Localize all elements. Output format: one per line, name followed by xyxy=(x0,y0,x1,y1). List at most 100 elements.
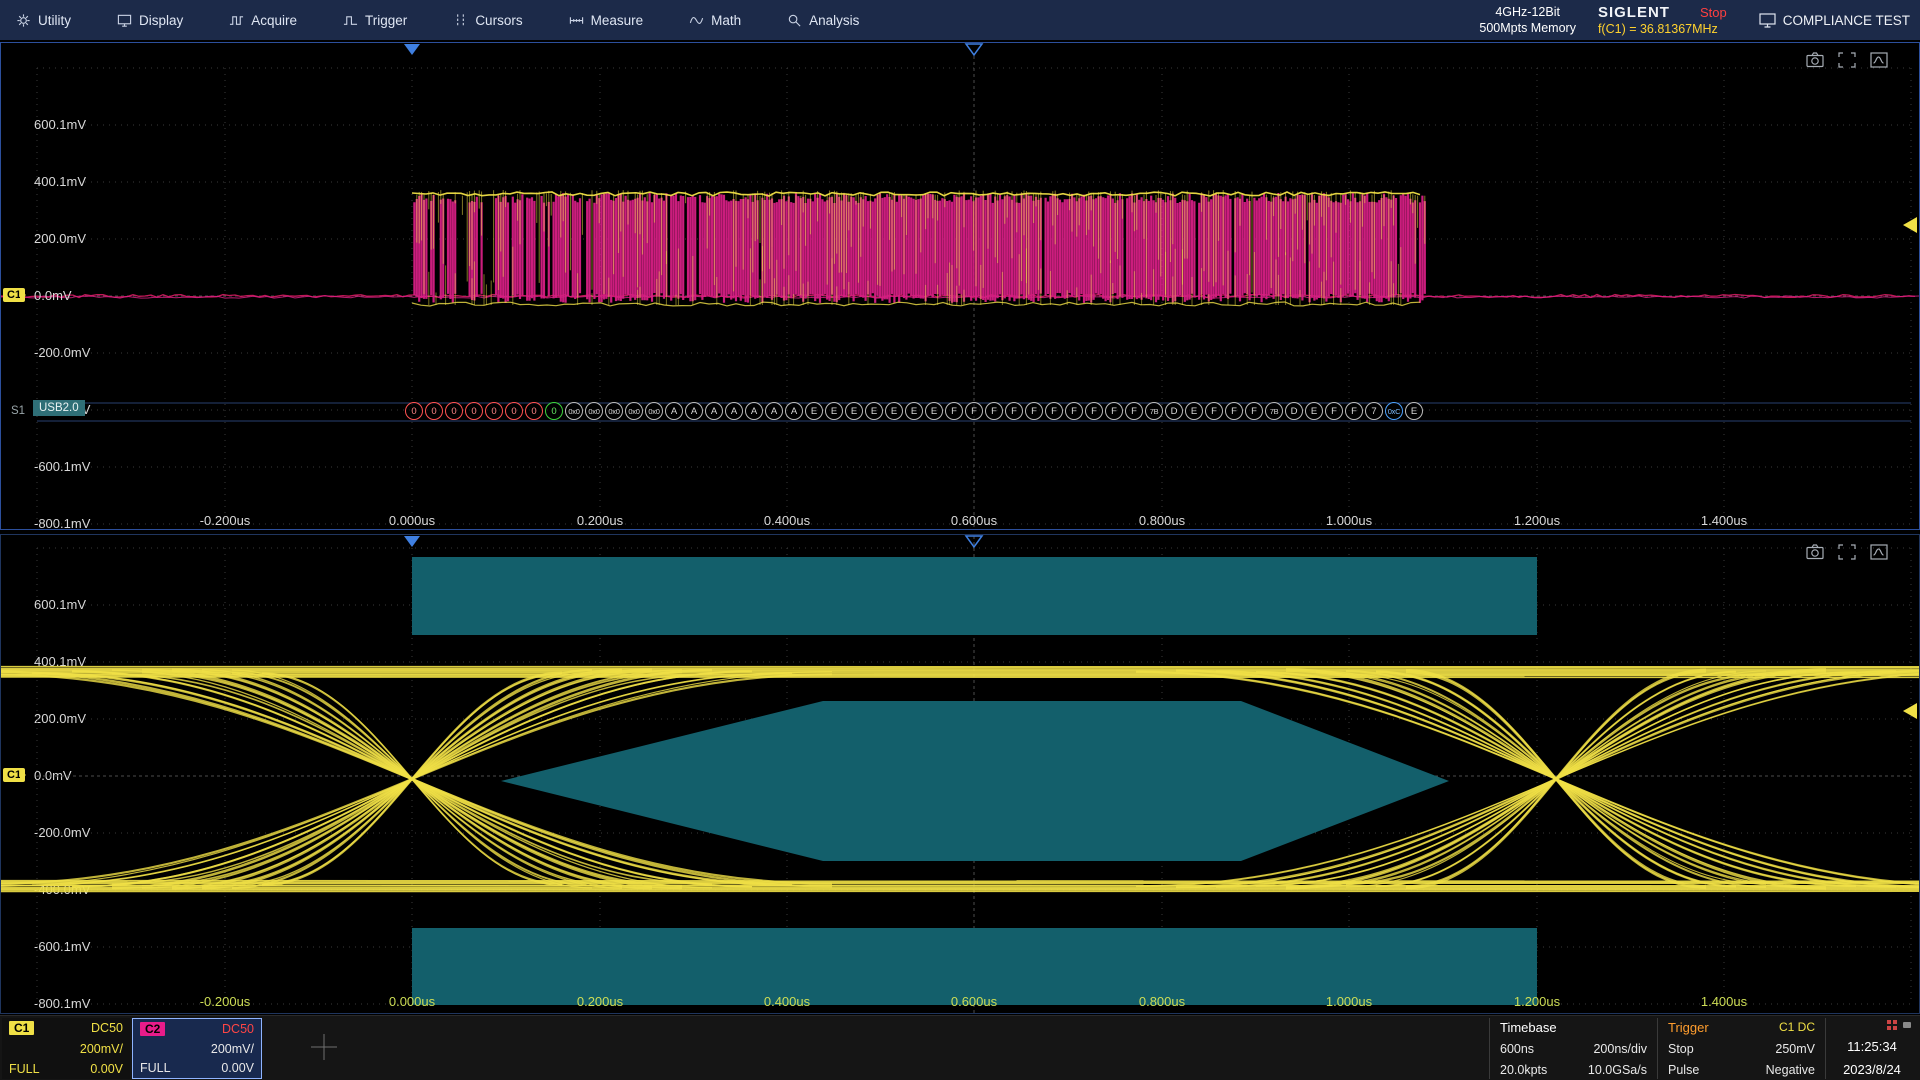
decode-token: 7 xyxy=(1365,402,1383,420)
y-axis-label: -600.1mV xyxy=(34,459,90,474)
grid2-toolbar xyxy=(1805,544,1889,560)
menu-acquire[interactable]: Acquire xyxy=(229,13,297,28)
eye-diagram-grid[interactable]: 600.1mV400.1mV200.0mV0.0mV-200.0mV-400.0… xyxy=(0,534,1920,1014)
menu-math[interactable]: Math xyxy=(689,13,741,28)
oscilloscope-screen: Utility Display Acquire Trigger Cursors … xyxy=(0,0,1920,1080)
run-state-indicator[interactable]: Stop xyxy=(1700,5,1727,20)
status-bar: C1 DC50 200mV/ FULL 0.00V C2 DC50 200mV/… xyxy=(0,1015,1920,1080)
decode-token: E xyxy=(885,402,903,420)
channel1-position-tag-eye[interactable]: C1 xyxy=(3,768,25,782)
decode-token: E xyxy=(1305,402,1323,420)
brand-block: SIGLENT Stop f(C1) = 36.81367MHz xyxy=(1598,4,1727,36)
eye-diagram-plot xyxy=(1,535,1919,1013)
clock-panel[interactable]: 11:25:34 2023/8/24 xyxy=(1825,1018,1918,1079)
decode-token: F xyxy=(1025,402,1043,420)
compliance-test-button[interactable]: COMPLIANCE TEST xyxy=(1749,13,1910,28)
x-axis-label: 1.400us xyxy=(1682,513,1766,528)
waveform-grid[interactable]: 600.1mV400.1mV200.0mV0.0mV-200.0mV-400.0… xyxy=(0,42,1920,530)
decode-token: 0x0 xyxy=(645,402,663,420)
add-channel-button[interactable] xyxy=(300,1026,348,1071)
math-icon xyxy=(689,13,704,28)
channel1-box[interactable]: C1 DC50 200mV/ FULL 0.00V xyxy=(2,1018,130,1079)
menu-utility[interactable]: Utility xyxy=(16,13,71,28)
menu-trigger-label: Trigger xyxy=(365,13,407,28)
lan-icon xyxy=(1887,1020,1897,1030)
gear-icon xyxy=(16,13,31,28)
x-axis-label: 0.000us xyxy=(370,513,454,528)
trigger-state: Stop xyxy=(1668,1042,1694,1056)
decode-token: 0 xyxy=(465,402,483,420)
expand-icon[interactable] xyxy=(1837,544,1857,560)
waveform-zoom-icon[interactable] xyxy=(1869,544,1889,560)
menu-cursors-label: Cursors xyxy=(475,13,522,28)
decode-token: 0 xyxy=(545,402,563,420)
decode-token: A xyxy=(665,402,683,420)
decode-token: F xyxy=(1225,402,1243,420)
channel2-offset: 0.00V xyxy=(221,1061,254,1075)
decode-token: A xyxy=(685,402,703,420)
decode-token: 0x0 xyxy=(585,402,603,420)
trigger-panel[interactable]: Trigger C1 DC Stop 250mV Pulse Negative xyxy=(1657,1018,1825,1079)
decode-token: 0 xyxy=(505,402,523,420)
menu-cursors[interactable]: Cursors xyxy=(453,13,522,28)
decode-token: D xyxy=(1165,402,1183,420)
decode-token: F xyxy=(1065,402,1083,420)
decode-token: D xyxy=(1285,402,1303,420)
decode-protocol-badge[interactable]: USB2.0 xyxy=(33,400,85,416)
trigger-level: 250mV xyxy=(1775,1042,1815,1056)
menu-math-label: Math xyxy=(711,13,741,28)
decode-token: 0 xyxy=(525,402,543,420)
timebase-delay: 600ns xyxy=(1500,1042,1534,1056)
decode-token: F xyxy=(1345,402,1363,420)
acquire-icon xyxy=(229,13,244,28)
camera-icon[interactable] xyxy=(1805,52,1825,68)
y-axis-label: 200.0mV xyxy=(34,231,86,246)
decode-bus-label: S1 xyxy=(11,405,25,417)
decode-token: A xyxy=(785,402,803,420)
compliance-icon xyxy=(1759,13,1776,28)
x-axis-label: 0.200us xyxy=(558,994,642,1009)
menu-analysis-label: Analysis xyxy=(809,13,859,28)
y-axis-label: 400.1mV xyxy=(34,174,86,189)
siglent-logo: SIGLENT xyxy=(1598,4,1670,21)
x-axis-label: 1.200us xyxy=(1495,513,1579,528)
frequency-counter: f(C1) = 36.81367MHz xyxy=(1598,22,1727,36)
decode-token: F xyxy=(965,402,983,420)
waveform-plot xyxy=(1,43,1919,529)
channel1-position-tag[interactable]: C1 xyxy=(3,288,25,302)
decode-token: A xyxy=(725,402,743,420)
menu-measure-label: Measure xyxy=(591,13,644,28)
camera-icon[interactable] xyxy=(1805,544,1825,560)
timebase-panel[interactable]: Timebase 600ns 200ns/div 20.0kpts 10.0GS… xyxy=(1489,1018,1657,1079)
cursors-icon xyxy=(453,13,468,28)
menu-measure[interactable]: Measure xyxy=(569,13,644,28)
plus-icon xyxy=(300,1026,348,1068)
menu-analysis[interactable]: Analysis xyxy=(787,13,859,28)
usb-icon xyxy=(1902,1020,1912,1030)
y-axis-label: 0.0mV xyxy=(34,288,72,303)
x-axis-label: -0.200us xyxy=(183,513,267,528)
clock-date: 2023/8/24 xyxy=(1832,1062,1912,1077)
waveform-zoom-icon[interactable] xyxy=(1869,52,1889,68)
memory-depth-label: 500Mpts Memory xyxy=(1479,20,1576,36)
decode-token: F xyxy=(1125,402,1143,420)
decode-token: F xyxy=(1085,402,1103,420)
x-axis-label: 0.400us xyxy=(745,513,829,528)
menu-trigger[interactable]: Trigger xyxy=(343,13,407,28)
decode-token: 0 xyxy=(445,402,463,420)
decode-token: 0x0 xyxy=(605,402,623,420)
channel2-box[interactable]: C2 DC50 200mV/ FULL 0.00V xyxy=(132,1018,262,1079)
decode-token: E xyxy=(905,402,923,420)
expand-icon[interactable] xyxy=(1837,52,1857,68)
clock-time: 11:25:34 xyxy=(1832,1039,1912,1054)
decode-token: F xyxy=(945,402,963,420)
y-axis-label: -800.1mV xyxy=(34,516,90,531)
decode-token: E xyxy=(1405,402,1423,420)
trigger-source: C1 DC xyxy=(1779,1020,1815,1035)
channel2-badge: C2 xyxy=(140,1022,165,1036)
x-axis-label: 0.800us xyxy=(1120,513,1204,528)
x-axis-label: -0.200us xyxy=(183,994,267,1009)
menu-display[interactable]: Display xyxy=(117,13,183,28)
measure-icon xyxy=(569,13,584,28)
decode-token: 0x0 xyxy=(565,402,583,420)
